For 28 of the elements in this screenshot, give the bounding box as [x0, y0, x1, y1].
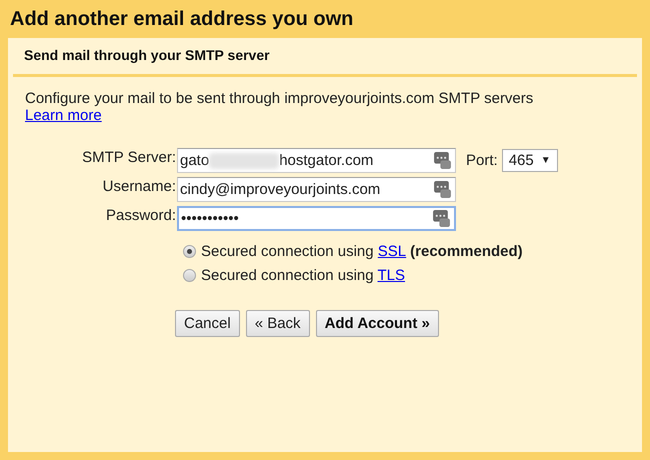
field-value: gato [180, 152, 210, 169]
field-label: Password: [104, 206, 176, 224]
dots-badge-icon [434, 151, 451, 170]
radio-button[interactable] [183, 268, 196, 282]
window-title: Add another email address you own [9, 7, 354, 32]
learn-more-link[interactable]: Learn more [25, 107, 102, 124]
radio-label: Secured connection using TLS [201, 266, 406, 284]
port-label: Port: [466, 152, 498, 169]
field-label: Username: [102, 177, 176, 195]
radio-label: Secured connection using SSL (recommended) [201, 242, 523, 260]
dots-badge-icon [434, 180, 451, 199]
protocol-link[interactable]: SSL [378, 242, 406, 260]
field-value: ••••••••••• [181, 210, 239, 227]
dialog-button[interactable]: « Back [246, 310, 310, 337]
field-value: hostgator.com [279, 152, 374, 169]
input-field[interactable]: gato hostgator.com [177, 148, 456, 173]
intro-text: Configure your mail to be sent through improveyourjoints.com SMTP servers [25, 90, 534, 107]
input-field[interactable]: ••••••••••• [177, 206, 456, 231]
dots-badge-icon [433, 209, 450, 228]
port-select[interactable]: 465 ▼ [502, 149, 558, 172]
input-field[interactable]: cindy@improveyourjoints.com [177, 177, 456, 202]
radio-button[interactable] [183, 244, 196, 258]
add-account-button[interactable]: Add Account » [316, 310, 439, 337]
dialog-button[interactable]: Cancel [175, 310, 240, 337]
field-label: SMTP Server: [81, 148, 176, 166]
field-value: cindy@improveyourjoints.com [180, 181, 380, 198]
section-title: Send mail through your SMTP server [23, 46, 271, 65]
protocol-link[interactable]: TLS [378, 266, 406, 284]
